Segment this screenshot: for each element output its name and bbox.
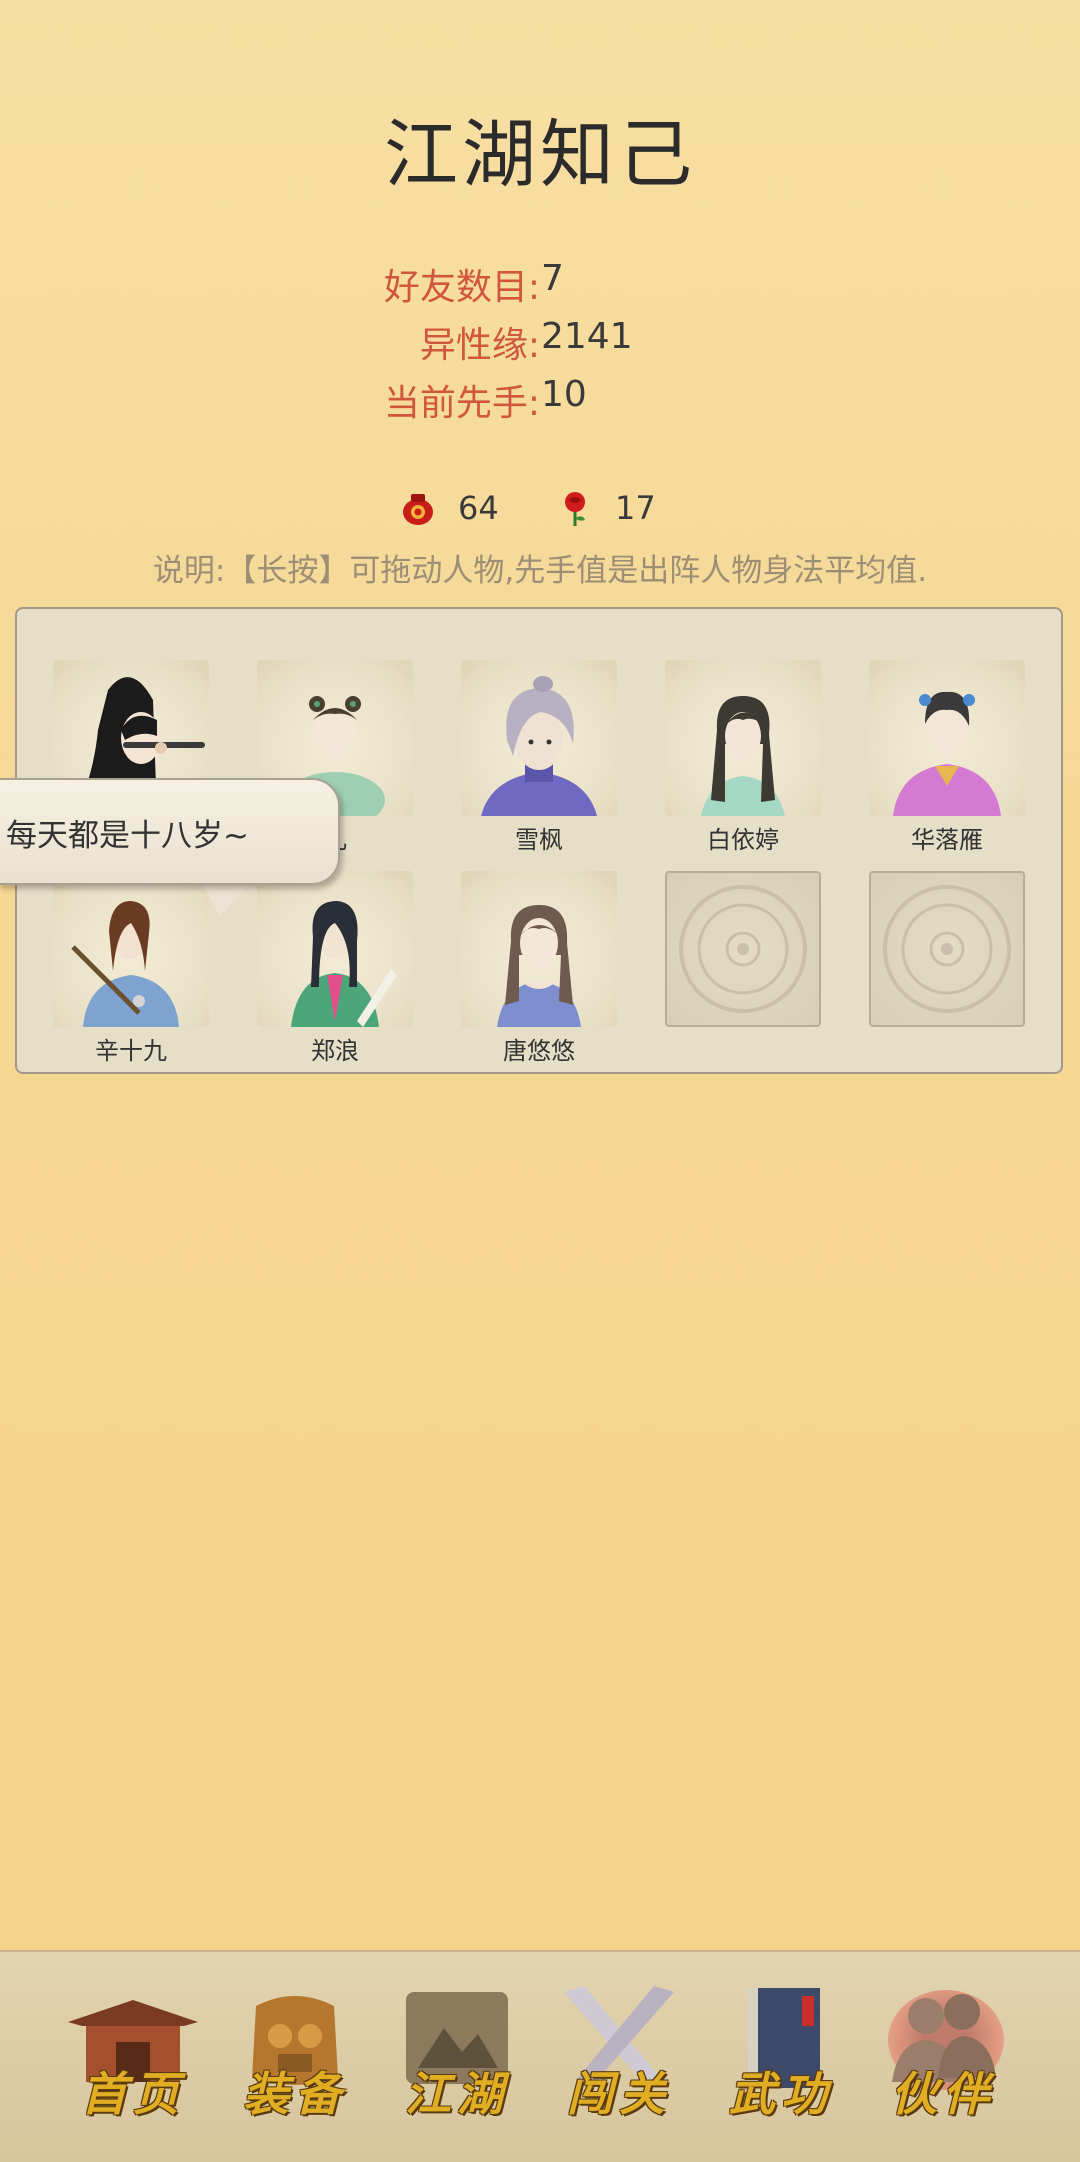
character-name: 辛十九	[95, 1037, 167, 1065]
character-name: 华落雁	[911, 826, 983, 854]
character-portrait-green-robe-man[interactable]	[257, 871, 413, 1027]
nav-jianghu[interactable]: 江湖	[382, 1982, 532, 2132]
character-portrait-swordsman[interactable]	[53, 871, 209, 1027]
character-slot-6[interactable]: 辛十九	[53, 871, 209, 1065]
nav-label: 江湖	[405, 2067, 509, 2121]
character-portrait-white-hair-man[interactable]	[461, 660, 617, 816]
wine-count: 64	[458, 489, 499, 527]
speech-bubble-text: 每天都是十八岁~	[6, 818, 249, 854]
empty-slot-emblem	[665, 871, 821, 1027]
nav-martial-arts[interactable]: 武功	[706, 1982, 856, 2132]
empty-slot-2[interactable]	[869, 871, 1025, 1027]
rose-counter: 17	[555, 488, 656, 528]
nav-equipment[interactable]: 装备	[220, 1982, 370, 2132]
stat-label: 好友数目:	[383, 267, 540, 308]
speech-bubble-tail	[200, 880, 254, 916]
nav-label: 装备	[243, 2067, 347, 2121]
stat-value: 10	[541, 374, 587, 415]
character-portrait-purple-dress-woman[interactable]	[869, 660, 1025, 816]
character-slot-4[interactable]: 白依婷	[665, 660, 821, 854]
wine-counter: 64	[398, 488, 499, 528]
stat-value: 7	[541, 258, 564, 299]
character-slot-7[interactable]: 郑浪	[257, 871, 413, 1065]
page-title: 江湖知己	[384, 112, 696, 198]
stat-label: 异性缘:	[419, 325, 540, 366]
character-portrait-long-hair-woman[interactable]	[665, 660, 821, 816]
nav-label: 闯关	[567, 2067, 671, 2121]
character-slot-5[interactable]: 华落雁	[869, 660, 1025, 854]
character-slot-3[interactable]: 雪枫	[461, 660, 617, 854]
wine-jar-icon	[403, 494, 433, 525]
character-slot-8[interactable]: 唐悠悠	[461, 871, 617, 1065]
nav-challenge[interactable]: 闯关	[544, 1982, 694, 2132]
character-name: 雪枫	[515, 826, 563, 854]
character-name: 白依婷	[707, 826, 779, 854]
nav-home[interactable]: 首页	[58, 1982, 208, 2132]
instructions-text: 说明:【长按】可拖动人物,先手值是出阵人物身法平均值.	[152, 553, 928, 589]
rose-count: 17	[615, 489, 656, 527]
nav-label: 首页	[81, 2067, 185, 2121]
stat-initiative: 当前先手: 10	[0, 374, 1080, 432]
nav-partners[interactable]: 伙伴	[868, 1982, 1018, 2132]
stat-friend-count: 好友数目: 7	[0, 258, 1080, 316]
character-name: 郑浪	[311, 1037, 359, 1065]
stat-charm: 异性缘: 2141	[0, 316, 1080, 374]
character-name: 唐悠悠	[503, 1037, 575, 1065]
empty-slot-1[interactable]	[665, 871, 821, 1027]
rose-icon	[565, 492, 585, 526]
nav-label: 伙伴	[891, 2067, 995, 2121]
character-portrait-blue-dress-woman[interactable]	[461, 871, 617, 1027]
speech-bubble: 每天都是十八岁~	[0, 778, 340, 885]
nav-label: 武功	[729, 2067, 833, 2121]
empty-slot-emblem	[869, 871, 1025, 1027]
stat-label: 当前先手:	[383, 383, 540, 424]
stat-value: 2141	[541, 316, 633, 357]
